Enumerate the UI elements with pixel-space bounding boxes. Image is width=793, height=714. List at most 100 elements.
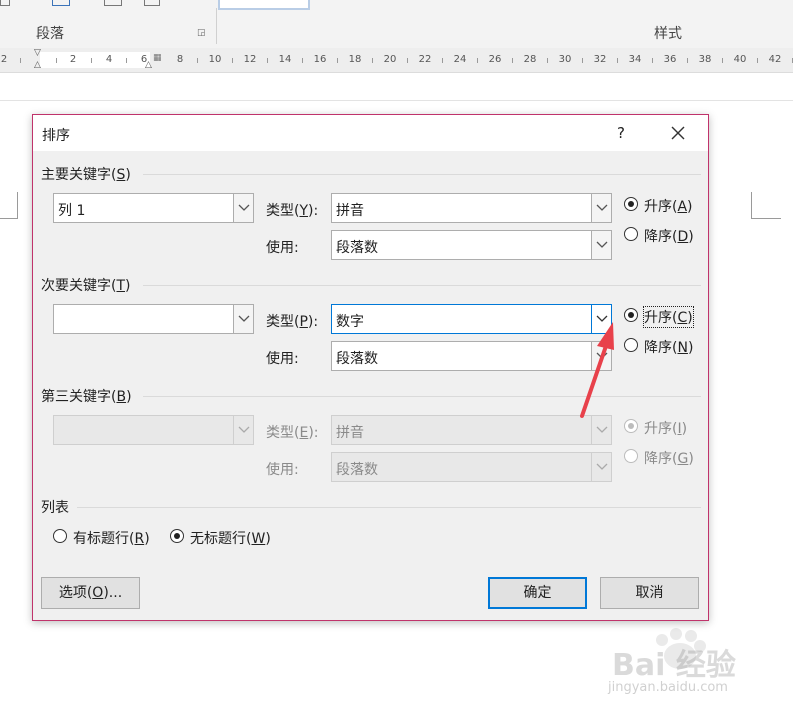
ruler-number: 34 bbox=[628, 54, 642, 65]
secondary-key-heading: 次要关键字(T) bbox=[41, 278, 131, 294]
primary-column-select[interactable]: 列 1 bbox=[53, 193, 254, 223]
ruler-number: 28 bbox=[523, 54, 537, 65]
radio-unselected-icon bbox=[624, 449, 638, 463]
dropdown-button[interactable] bbox=[591, 305, 611, 333]
close-icon bbox=[671, 126, 685, 140]
list-heading: 列表 bbox=[41, 500, 69, 516]
chevron-down-icon bbox=[596, 204, 608, 211]
ruler-number: 26 bbox=[488, 54, 502, 65]
horizontal-ruler[interactable]: 2 ▽ △ 2 4 6 △ ▦ 8 10 12 14 16 18 20 22 24 26 28 30 3… bbox=[0, 48, 793, 73]
ruler-number: 10 bbox=[208, 54, 222, 65]
margin-corner-mark bbox=[751, 218, 781, 219]
ruler-tick bbox=[20, 58, 21, 63]
tertiary-type-label: 类型(E): bbox=[266, 425, 319, 441]
secondary-using-value: 段落数 bbox=[336, 351, 378, 367]
help-button[interactable]: ? bbox=[609, 121, 633, 145]
tertiary-using-value: 段落数 bbox=[336, 462, 378, 478]
dropdown-button[interactable] bbox=[591, 231, 611, 259]
close-button[interactable] bbox=[663, 121, 693, 145]
ok-button[interactable]: 确定 bbox=[488, 577, 587, 609]
first-line-indent-marker[interactable]: ▽ bbox=[34, 48, 41, 58]
ribbon-icon-fragment[interactable] bbox=[104, 0, 122, 6]
tertiary-type-value: 拼音 bbox=[336, 425, 364, 441]
section-divider bbox=[143, 174, 701, 175]
primary-using-label: 使用: bbox=[266, 240, 299, 256]
dialog-title: 排序 bbox=[42, 128, 70, 144]
radio-unselected-icon bbox=[53, 529, 67, 543]
ruler-number: 14 bbox=[278, 54, 292, 65]
secondary-ascending-label: 升序(C) bbox=[643, 306, 694, 328]
ruler-tick bbox=[197, 58, 198, 63]
dropdown-button[interactable] bbox=[591, 416, 611, 444]
ruler-number: 4 bbox=[105, 54, 113, 65]
ruler-tick bbox=[442, 58, 443, 63]
chevron-down-icon bbox=[596, 463, 608, 470]
chevron-down-icon bbox=[238, 315, 250, 322]
ribbon-icon-fragment[interactable] bbox=[52, 0, 70, 6]
document-top-edge bbox=[0, 100, 793, 101]
ruler-tick bbox=[722, 58, 723, 63]
section-divider bbox=[143, 285, 701, 286]
dropdown-button[interactable] bbox=[591, 194, 611, 222]
section-divider bbox=[143, 396, 701, 397]
radio-unselected-icon bbox=[624, 227, 638, 241]
radio-selected-icon bbox=[624, 197, 638, 211]
tertiary-type-select[interactable]: 拼音 bbox=[331, 415, 612, 445]
dropdown-button[interactable] bbox=[233, 194, 253, 222]
dropdown-button[interactable] bbox=[233, 416, 253, 444]
margin-corner-mark bbox=[17, 192, 18, 218]
ruler-number: 40 bbox=[733, 54, 747, 65]
ruler-number: 16 bbox=[313, 54, 327, 65]
cancel-button[interactable]: 取消 bbox=[600, 577, 699, 609]
chevron-down-icon bbox=[238, 426, 250, 433]
options-button[interactable]: 选项(O)... bbox=[41, 577, 140, 609]
radio-unselected-icon bbox=[624, 338, 638, 352]
primary-ascending-label: 升序(A) bbox=[644, 199, 693, 215]
ruler-number: 22 bbox=[418, 54, 432, 65]
ruler-number: 18 bbox=[348, 54, 362, 65]
ruler-number: 24 bbox=[453, 54, 467, 65]
dialog-titlebar[interactable]: 排序 ? bbox=[33, 115, 708, 151]
chevron-down-icon bbox=[596, 315, 608, 322]
ruler-number: 42 bbox=[768, 54, 782, 65]
style-gallery-item[interactable] bbox=[218, 0, 310, 10]
primary-using-select[interactable]: 段落数 bbox=[331, 230, 612, 260]
column-marker[interactable]: ▦ bbox=[153, 53, 162, 63]
tertiary-using-select[interactable]: 段落数 bbox=[331, 452, 612, 482]
dialog-launcher-icon[interactable]: ◲ bbox=[197, 28, 206, 38]
styles-group-label: 样式 bbox=[654, 26, 682, 42]
right-indent-marker[interactable]: △ bbox=[145, 60, 152, 70]
tertiary-key-heading: 第三关键字(B) bbox=[41, 389, 132, 405]
secondary-type-value: 数字 bbox=[336, 314, 364, 330]
margin-corner-mark bbox=[0, 218, 18, 219]
paragraph-group-label: 段落 bbox=[36, 26, 64, 42]
dropdown-button[interactable] bbox=[591, 342, 611, 370]
secondary-type-select[interactable]: 数字 bbox=[331, 304, 612, 334]
ribbon-icon-fragment[interactable] bbox=[144, 0, 160, 6]
tertiary-column-select[interactable] bbox=[53, 415, 254, 445]
primary-type-select[interactable]: 拼音 bbox=[331, 193, 612, 223]
ruler-tick bbox=[91, 58, 92, 63]
section-divider bbox=[77, 507, 701, 508]
primary-column-value: 列 1 bbox=[58, 203, 86, 219]
ribbon-icon-fragment[interactable] bbox=[0, 0, 10, 6]
word-ribbon: 段落 ◲ 样式 bbox=[0, 0, 793, 49]
primary-key-heading: 主要关键字(S) bbox=[41, 167, 131, 183]
sort-dialog: 排序 ? 主要关键字(S) 列 1 类型(Y): 拼音 使用: 段落数 升序(A… bbox=[32, 114, 709, 621]
watermark-brand: Bai 经验 bbox=[612, 648, 736, 683]
ruler-tick bbox=[582, 58, 583, 63]
chevron-down-icon bbox=[238, 204, 250, 211]
dropdown-button[interactable] bbox=[233, 305, 253, 333]
ruler-tick bbox=[617, 58, 618, 63]
ruler-tick bbox=[267, 58, 268, 63]
dropdown-button[interactable] bbox=[591, 453, 611, 481]
secondary-using-select[interactable]: 段落数 bbox=[331, 341, 612, 371]
left-indent-marker[interactable]: △ bbox=[34, 60, 41, 70]
secondary-column-select[interactable] bbox=[53, 304, 254, 334]
margin-corner-mark bbox=[751, 192, 752, 218]
ruler-tick bbox=[687, 58, 688, 63]
radio-selected-icon bbox=[624, 308, 638, 322]
ruler-number: 38 bbox=[698, 54, 712, 65]
ruler-number: 32 bbox=[593, 54, 607, 65]
ruler-number: 2 bbox=[0, 54, 8, 65]
